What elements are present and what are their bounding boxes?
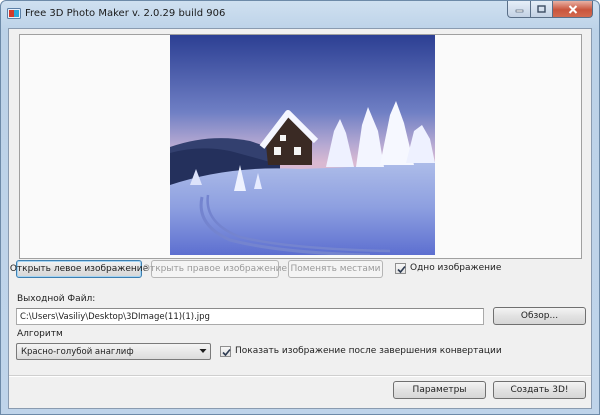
bottom-divider	[9, 375, 591, 377]
winter-house-photo	[170, 35, 435, 255]
window-title: Free 3D Photo Maker v. 2.0.29 build 906	[25, 8, 226, 19]
image-preview	[19, 34, 582, 259]
single-image-checkbox[interactable]	[395, 263, 406, 274]
parameters-button[interactable]: Параметры	[393, 381, 486, 399]
swap-images-button[interactable]: Поменять местами	[288, 260, 383, 278]
create-3d-button[interactable]: Создать 3D!	[493, 381, 586, 399]
close-button[interactable]	[553, 1, 593, 18]
algorithm-select[interactable]: Красно-голубой анаглиф	[16, 343, 211, 360]
algorithm-label: Алгоритм	[17, 329, 63, 339]
open-right-image-button[interactable]: Открыть правое изображение	[143, 260, 287, 278]
maximize-icon	[537, 5, 546, 13]
minimize-button[interactable]	[507, 1, 531, 18]
main-panel: Открыть левое изображение Открыть правое…	[8, 28, 592, 409]
chevron-down-icon	[199, 349, 207, 353]
output-file-input[interactable]: C:\Users\Vasiliy\Desktop\3DImage(11)(1).…	[16, 308, 484, 325]
single-image-label: Одно изображение	[410, 263, 502, 273]
browse-button[interactable]: Обзор...	[493, 307, 586, 325]
app-icon	[7, 8, 21, 19]
maximize-button[interactable]	[531, 1, 553, 18]
open-left-image-button[interactable]: Открыть левое изображение	[10, 260, 148, 278]
output-file-label: Выходной Файл:	[17, 294, 96, 304]
window-controls	[507, 1, 593, 18]
show-after-conversion-checkbox[interactable]	[220, 346, 231, 357]
algorithm-selected-value: Красно-голубой анаглиф	[21, 347, 134, 357]
show-after-conversion-label: Показать изображение после завершения ко…	[235, 346, 502, 356]
minimize-icon	[515, 9, 523, 13]
checkmark-icon	[397, 265, 406, 274]
app-window: Free 3D Photo Maker v. 2.0.29 build 906	[0, 0, 600, 415]
close-icon	[568, 4, 577, 14]
title-bar[interactable]: Free 3D Photo Maker v. 2.0.29 build 906	[1, 1, 599, 27]
checkmark-icon	[222, 348, 231, 357]
